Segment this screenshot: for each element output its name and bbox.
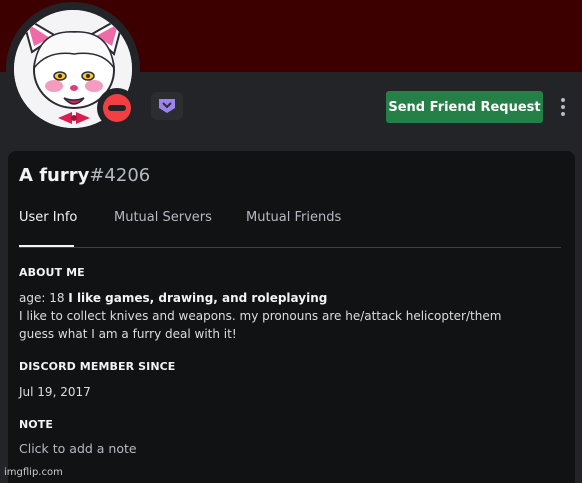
active-tab-indicator (19, 245, 74, 247)
member-since-date: Jul 19, 2017 (19, 385, 91, 399)
username: A furry#4206 (19, 165, 150, 186)
watermark: imgflip.com (4, 467, 63, 478)
tab-user-info[interactable]: User Info (19, 210, 77, 225)
username-name: A furry (19, 165, 90, 186)
avatar-frame (6, 2, 140, 136)
about-me-line-3: guess what I am a furry deal with it! (19, 327, 237, 341)
profile-card: A furry#4206 User Info Mutual Servers Mu… (8, 151, 575, 483)
note-input[interactable]: Click to add a note (19, 441, 137, 456)
hypesquad-glyph (159, 99, 175, 113)
send-friend-request-button[interactable]: Send Friend Request (386, 91, 543, 123)
about-me-heading: ABOUT ME (19, 266, 85, 279)
hypesquad-badge-icon[interactable] (151, 92, 183, 120)
note-heading: NOTE (19, 418, 53, 431)
member-since-heading: DISCORD MEMBER SINCE (19, 360, 176, 373)
about-me-line-1: age: 18 I like games, drawing, and rolep… (19, 290, 327, 306)
discriminator: #4206 (89, 165, 151, 186)
profile-tabs: User Info Mutual Servers Mutual Friends (19, 210, 561, 248)
about-me-age: age: 18 (19, 291, 69, 305)
tab-mutual-servers[interactable]: Mutual Servers (114, 210, 212, 225)
about-me-interests: I like games, drawing, and roleplaying (68, 291, 328, 305)
more-vertical-icon[interactable] (555, 95, 571, 119)
tab-mutual-friends[interactable]: Mutual Friends (246, 210, 341, 225)
do-not-disturb-icon (103, 94, 131, 122)
status-indicator (97, 88, 137, 128)
about-me-line-2: I like to collect knives and weapons. my… (19, 309, 502, 323)
